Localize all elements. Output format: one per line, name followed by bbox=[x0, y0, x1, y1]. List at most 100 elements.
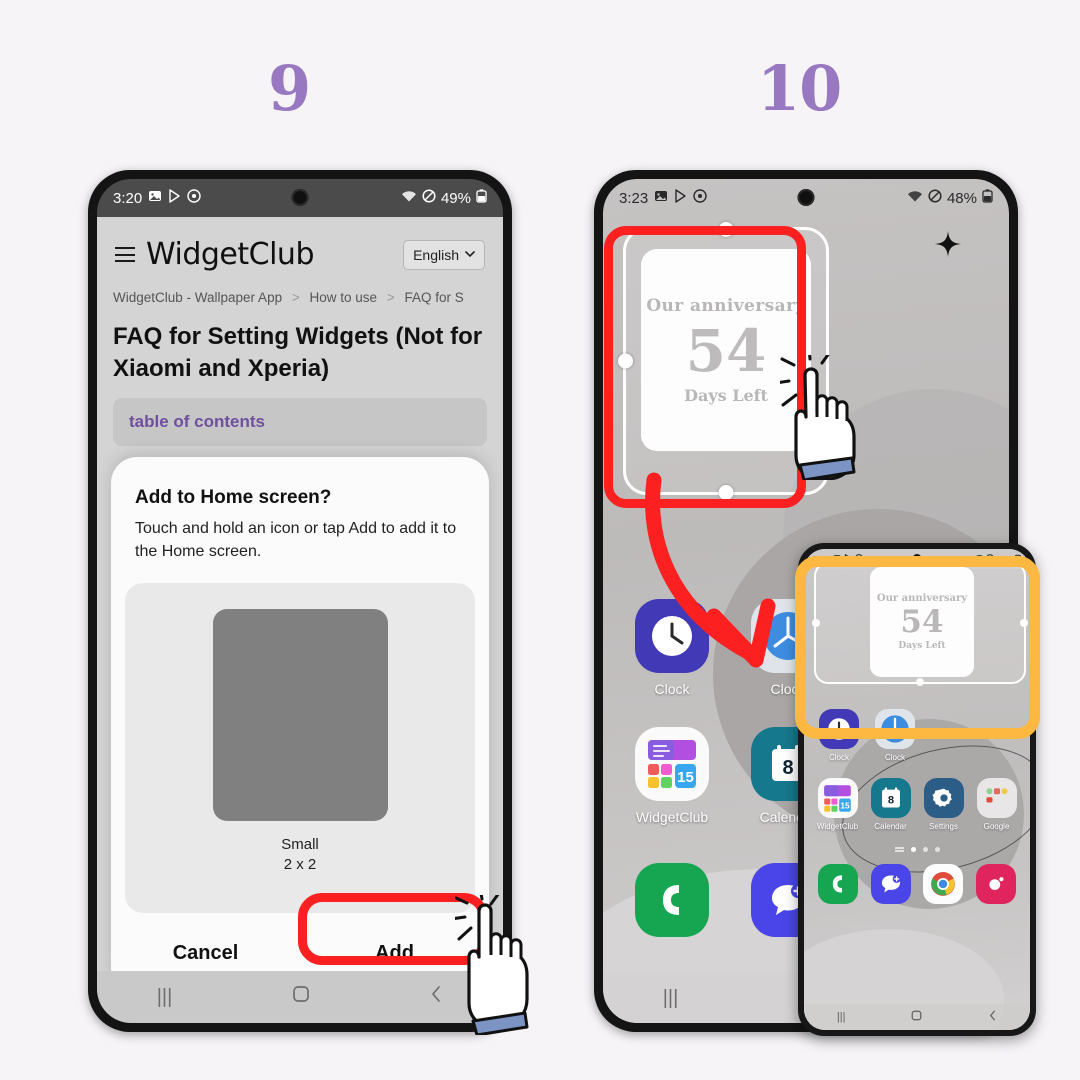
svg-text:8: 8 bbox=[887, 795, 893, 807]
app-phone[interactable] bbox=[627, 863, 717, 937]
app-label: Calendar bbox=[874, 822, 907, 831]
phone10-status-right: 48% bbox=[907, 189, 993, 207]
widget-placeholder bbox=[212, 609, 388, 822]
step-number-9: 9 bbox=[268, 52, 311, 125]
breadcrumb-item-0[interactable]: WidgetClub - Wallpaper App bbox=[113, 290, 282, 305]
svg-text:15: 15 bbox=[677, 769, 694, 786]
app-instagram[interactable] bbox=[974, 864, 1019, 904]
add-to-home-screen-dialog: Add to Home screen? Touch and hold an ic… bbox=[111, 457, 489, 993]
page-indicator-bars bbox=[894, 847, 904, 852]
app-label: Settings bbox=[929, 822, 958, 831]
widgetclub-site-header: WidgetClub English bbox=[97, 217, 503, 282]
phone10-clock-text: 3:23 bbox=[619, 189, 649, 207]
app-widgetclub[interactable]: 15 WidgetClub bbox=[627, 727, 717, 825]
dialog-description: Touch and hold an icon or tap Add to add… bbox=[135, 520, 457, 560]
app-clock-alarm[interactable]: Clock bbox=[627, 599, 717, 697]
inset-anniversary-widget[interactable]: Our anniversary 54 Days Left bbox=[870, 567, 974, 677]
dialog-title: Add to Home screen? bbox=[135, 487, 332, 508]
app-messages[interactable] bbox=[869, 864, 914, 904]
widget-preview-area: Couldn't add widget. Small 2 x 2 bbox=[125, 583, 475, 913]
page-indicator-dot[interactable] bbox=[934, 847, 940, 852]
target-icon bbox=[693, 189, 707, 207]
phone9-inner-bezel: 3:20 49% WidgetClub English WidgetClub -… bbox=[97, 179, 503, 1023]
table-of-contents-label: table of contents bbox=[129, 412, 266, 432]
folder-google[interactable]: Google bbox=[973, 778, 1020, 831]
app-clock[interactable]: Clock bbox=[870, 709, 920, 762]
do-not-disturb-icon bbox=[928, 189, 942, 207]
image-icon bbox=[148, 189, 162, 207]
table-of-contents-block: table of contents bbox=[113, 398, 487, 447]
phone9-battery-percent: 49% bbox=[440, 189, 471, 207]
svg-text:15: 15 bbox=[840, 800, 850, 810]
widget-subtitle: Days Left bbox=[898, 641, 946, 651]
inset-phone-mockup: 3:53 47% Our anniversary 54 Days Left Cl… bbox=[798, 543, 1036, 1036]
site-brand-title: WidgetClub bbox=[146, 237, 314, 272]
do-not-disturb-icon bbox=[422, 189, 436, 207]
breadcrumb-separator: > bbox=[291, 290, 300, 305]
target-icon bbox=[187, 189, 201, 207]
resize-handle-top[interactable] bbox=[718, 222, 734, 237]
app-widgetclub[interactable]: 15 WidgetClub bbox=[814, 778, 861, 831]
app-label: WidgetClub bbox=[816, 822, 859, 831]
anniversary-widget[interactable]: Our anniversary 54 Days Left bbox=[641, 249, 811, 451]
page-indicator-dot[interactable] bbox=[910, 847, 916, 852]
phone10-status-bar: 3:23 48% bbox=[603, 179, 1009, 217]
calendar-icon: 8 bbox=[870, 778, 911, 818]
home-icon[interactable] bbox=[911, 1010, 922, 1024]
front-camera-punch-hole bbox=[797, 189, 815, 206]
language-selector-value: English bbox=[413, 246, 459, 263]
home-icon[interactable] bbox=[292, 985, 310, 1009]
widget-subtitle: Days Left bbox=[684, 385, 768, 405]
resize-handle-left[interactable] bbox=[618, 353, 633, 369]
phone-icon bbox=[818, 864, 859, 904]
resize-handle-bottom[interactable] bbox=[916, 678, 924, 686]
widget-title: Our anniversary bbox=[646, 295, 806, 316]
breadcrumb-item-1[interactable]: How to use bbox=[310, 290, 378, 305]
widget-size-info: Small 2 x 2 bbox=[281, 835, 319, 875]
resize-handle-left[interactable] bbox=[812, 619, 820, 627]
step-number-10: 10 bbox=[757, 52, 842, 125]
phone9-clock-text: 3:20 bbox=[113, 189, 143, 207]
hamburger-menu-icon[interactable] bbox=[115, 247, 135, 262]
app-settings[interactable]: Settings bbox=[920, 778, 967, 831]
recents-icon[interactable]: ||| bbox=[837, 1011, 846, 1023]
app-row: 15 WidgetClub 8 Calendar Settings Google bbox=[804, 778, 1030, 831]
breadcrumb-item-2[interactable]: FAQ for S bbox=[404, 290, 463, 305]
phone10-battery-percent: 48% bbox=[946, 189, 977, 207]
inset-navigation-bar: ||| bbox=[804, 1004, 1030, 1030]
app-calendar[interactable]: 8 Calendar bbox=[867, 778, 914, 831]
app-chrome[interactable] bbox=[921, 864, 966, 904]
widgetclub-icon: 15 bbox=[635, 727, 709, 801]
widgetclub-icon: 15 bbox=[817, 778, 858, 818]
battery-icon bbox=[476, 189, 487, 207]
back-icon[interactable] bbox=[988, 1010, 997, 1024]
app-label: Clock bbox=[654, 681, 690, 697]
home-page-indicator bbox=[804, 847, 1030, 852]
resize-handle-right[interactable] bbox=[1020, 619, 1028, 627]
play-store-icon bbox=[168, 189, 181, 207]
messages-icon bbox=[870, 864, 911, 904]
app-phone[interactable] bbox=[816, 864, 861, 904]
app-clock-alarm[interactable]: Clock bbox=[814, 709, 864, 762]
app-row: Clock Clock bbox=[804, 709, 1030, 762]
breadcrumb: WidgetClub - Wallpaper App > How to use … bbox=[97, 282, 503, 305]
recents-icon[interactable]: ||| bbox=[663, 987, 679, 1010]
phone-icon bbox=[635, 863, 709, 937]
instagram-icon bbox=[975, 864, 1016, 904]
back-icon[interactable] bbox=[429, 985, 443, 1009]
recents-icon[interactable]: ||| bbox=[157, 986, 173, 1009]
image-icon bbox=[654, 189, 668, 207]
page-indicator-dot[interactable] bbox=[922, 847, 928, 852]
settings-icon bbox=[923, 778, 964, 818]
clock-icon bbox=[875, 709, 915, 749]
breadcrumb-separator: > bbox=[386, 290, 395, 305]
resize-handle-bottom[interactable] bbox=[718, 485, 734, 500]
widget-size-name: Small bbox=[281, 836, 319, 854]
phone10-status-left: 3:23 bbox=[619, 189, 707, 207]
phone9-status-bar: 3:20 49% bbox=[97, 179, 503, 217]
language-selector[interactable]: English bbox=[403, 239, 485, 270]
page-title: FAQ for Setting Widgets (Not for Xiaomi … bbox=[113, 323, 483, 382]
widget-count: 54 bbox=[900, 604, 944, 640]
svg-text:8: 8 bbox=[782, 757, 793, 779]
battery-icon bbox=[982, 189, 993, 207]
